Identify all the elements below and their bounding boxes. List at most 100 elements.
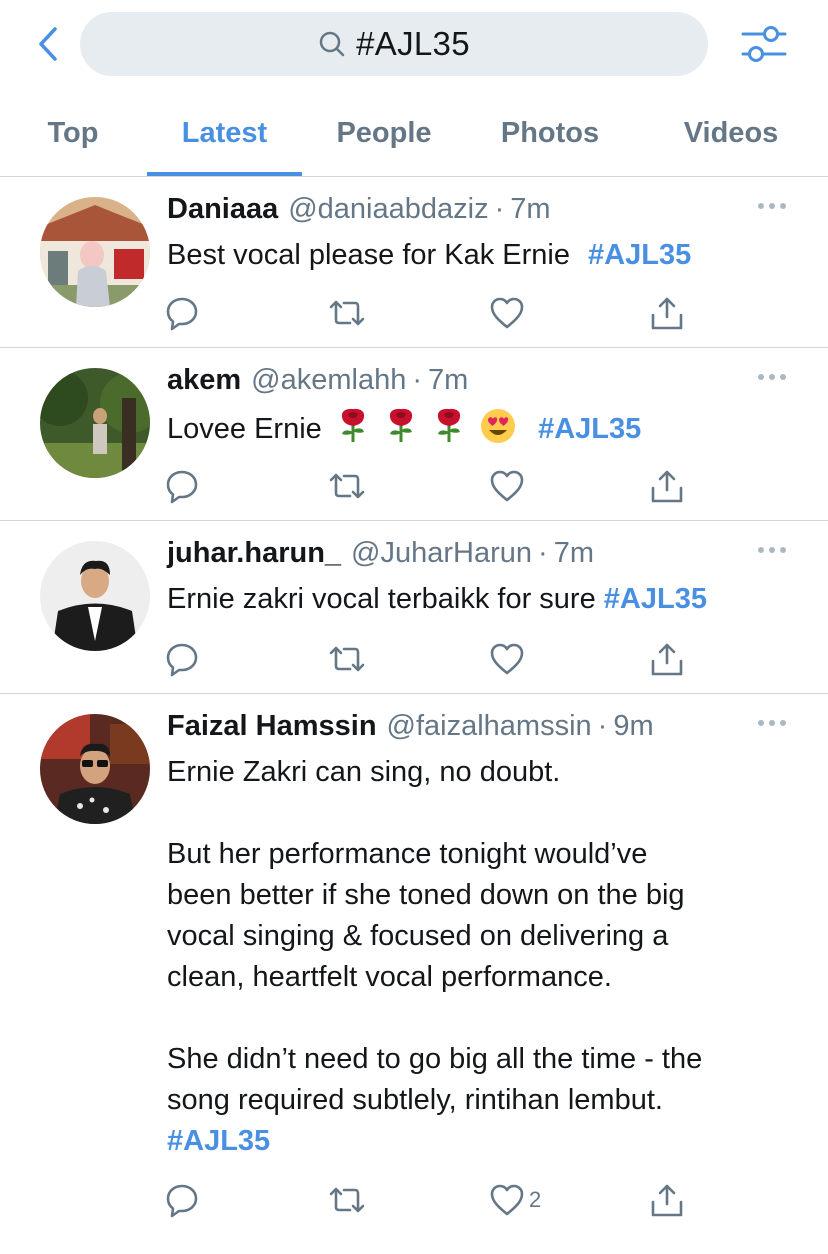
avatar[interactable] (40, 368, 150, 478)
tweet[interactable]: Faizal Hamssin @faizalhamssin · 9m Ernie… (0, 694, 828, 1254)
tweet-line: vocal singing & focused on delivering a (167, 920, 669, 952)
tweet-text: Best vocal please for Kak Ernie #AJL35 (167, 235, 797, 276)
more-button[interactable] (752, 195, 792, 217)
more-button[interactable] (752, 366, 792, 388)
rose-emoji (437, 408, 461, 442)
timestamp[interactable]: 9m (613, 710, 653, 743)
author-handle[interactable]: @akemlahh (251, 364, 406, 397)
tweet-line: song required subtlely, rintihan lembut. (167, 1084, 663, 1116)
tweet-line: But her performance tonight would’ve (167, 838, 648, 870)
hashtag-link[interactable]: #AJL35 (588, 239, 691, 271)
timestamp[interactable]: 7m (510, 193, 550, 226)
retweet-button[interactable] (328, 1180, 366, 1220)
tweet-line: been better if she toned down on the big (167, 879, 685, 911)
author-name[interactable]: Faizal Hamssin (167, 710, 377, 743)
tweet-line (167, 793, 797, 834)
tweet-body: Best vocal please for Kak Ernie (167, 239, 579, 271)
filter-button[interactable] (738, 20, 790, 68)
avatar[interactable] (40, 541, 150, 651)
hashtag-link[interactable]: #AJL35 (538, 413, 641, 445)
more-icon (758, 374, 786, 380)
retweet-icon (329, 473, 365, 499)
like-button[interactable] (489, 293, 529, 333)
search-input[interactable]: #AJL35 (80, 12, 708, 76)
like-button[interactable] (489, 639, 529, 679)
tweet[interactable]: akem @akemlahh · 7m Lovee Ernie #AJL35 (0, 348, 828, 521)
reply-icon (166, 1184, 198, 1218)
reply-button[interactable] (164, 293, 200, 333)
author-handle[interactable]: @faizalhamssin (387, 710, 592, 743)
share-button[interactable] (650, 466, 684, 506)
rose-emoji (389, 408, 412, 442)
tweet-actions (0, 639, 828, 679)
search-query: #AJL35 (356, 25, 470, 62)
tab-people[interactable]: People (310, 90, 458, 176)
timestamp[interactable]: 7m (428, 364, 468, 397)
avatar[interactable] (40, 714, 150, 824)
tweet-body: Ernie zakri vocal terbaikk for sure (167, 583, 604, 615)
heart-icon (490, 297, 524, 329)
separator-dot: · (538, 537, 548, 569)
tweet-text: Ernie Zakri can sing, no doubt. But her … (167, 752, 797, 1162)
tweet-actions (0, 466, 828, 506)
retweet-icon (329, 300, 365, 326)
tweet[interactable]: juhar.harun_ @JuharHarun · 7m Ernie zakr… (0, 521, 828, 694)
separator-dot: · (494, 193, 505, 225)
avatar[interactable] (40, 197, 150, 307)
separator-dot: · (412, 364, 423, 396)
tweet-line: She didn’t need to go big all the time -… (167, 1043, 703, 1075)
heart-eyes-emoji (481, 409, 516, 443)
tab-videos[interactable]: Videos (660, 90, 802, 176)
separator-dot: · (597, 710, 608, 742)
back-button[interactable] (28, 22, 68, 66)
retweet-icon (329, 646, 365, 672)
tweet-line (167, 998, 797, 1039)
share-icon (651, 470, 683, 503)
more-button[interactable] (752, 539, 792, 561)
author-handle[interactable]: @daniaabdaziz (288, 193, 488, 226)
tab-latest[interactable]: Latest (147, 90, 302, 176)
heart-icon (490, 643, 524, 675)
reply-icon (166, 643, 198, 677)
like-count: 2 (529, 1187, 542, 1212)
tweet-text: Lovee Ernie #AJL35 (167, 406, 797, 450)
retweet-icon (329, 1187, 365, 1213)
chevron-left-icon (39, 27, 57, 61)
reply-button[interactable] (164, 639, 200, 679)
tab-photos[interactable]: Photos (475, 90, 625, 176)
more-icon (758, 203, 786, 209)
hashtag-link[interactable]: #AJL35 (604, 583, 707, 615)
author-handle[interactable]: @JuharHarun (351, 537, 532, 570)
header: #AJL35 (0, 0, 828, 90)
reply-button[interactable] (164, 466, 200, 506)
share-icon (651, 297, 683, 330)
share-icon (651, 643, 683, 676)
more-icon (758, 547, 786, 553)
tweet[interactable]: Daniaaa @daniaabdaziz · 7m Best vocal pl… (0, 177, 828, 348)
hashtag-link[interactable]: #AJL35 (167, 1125, 270, 1157)
share-icon (651, 1184, 683, 1217)
like-button[interactable] (489, 466, 529, 506)
heart-icon (490, 470, 524, 502)
author-name[interactable]: akem (167, 364, 241, 397)
reply-button[interactable] (164, 1180, 200, 1220)
reply-icon (166, 470, 198, 504)
retweet-button[interactable] (328, 466, 366, 506)
share-button[interactable] (650, 293, 684, 333)
timestamp[interactable]: 7m (554, 537, 594, 570)
tweet-actions: 2 (0, 1180, 828, 1220)
retweet-button[interactable] (328, 639, 366, 679)
share-button[interactable] (650, 1180, 684, 1220)
heart-icon (490, 1184, 524, 1216)
tab-top[interactable]: Top (0, 90, 146, 176)
rose-emoji (341, 408, 364, 442)
share-button[interactable] (650, 639, 684, 679)
like-button[interactable]: 2 (489, 1180, 541, 1220)
more-button[interactable] (752, 712, 792, 734)
retweet-button[interactable] (328, 293, 366, 333)
author-name[interactable]: Daniaaa (167, 193, 278, 226)
search-icon (319, 31, 345, 57)
author-name[interactable]: juhar.harun_ (167, 537, 341, 570)
more-icon (758, 720, 786, 726)
tweet-line: clean, heartfelt vocal performance. (167, 961, 612, 993)
